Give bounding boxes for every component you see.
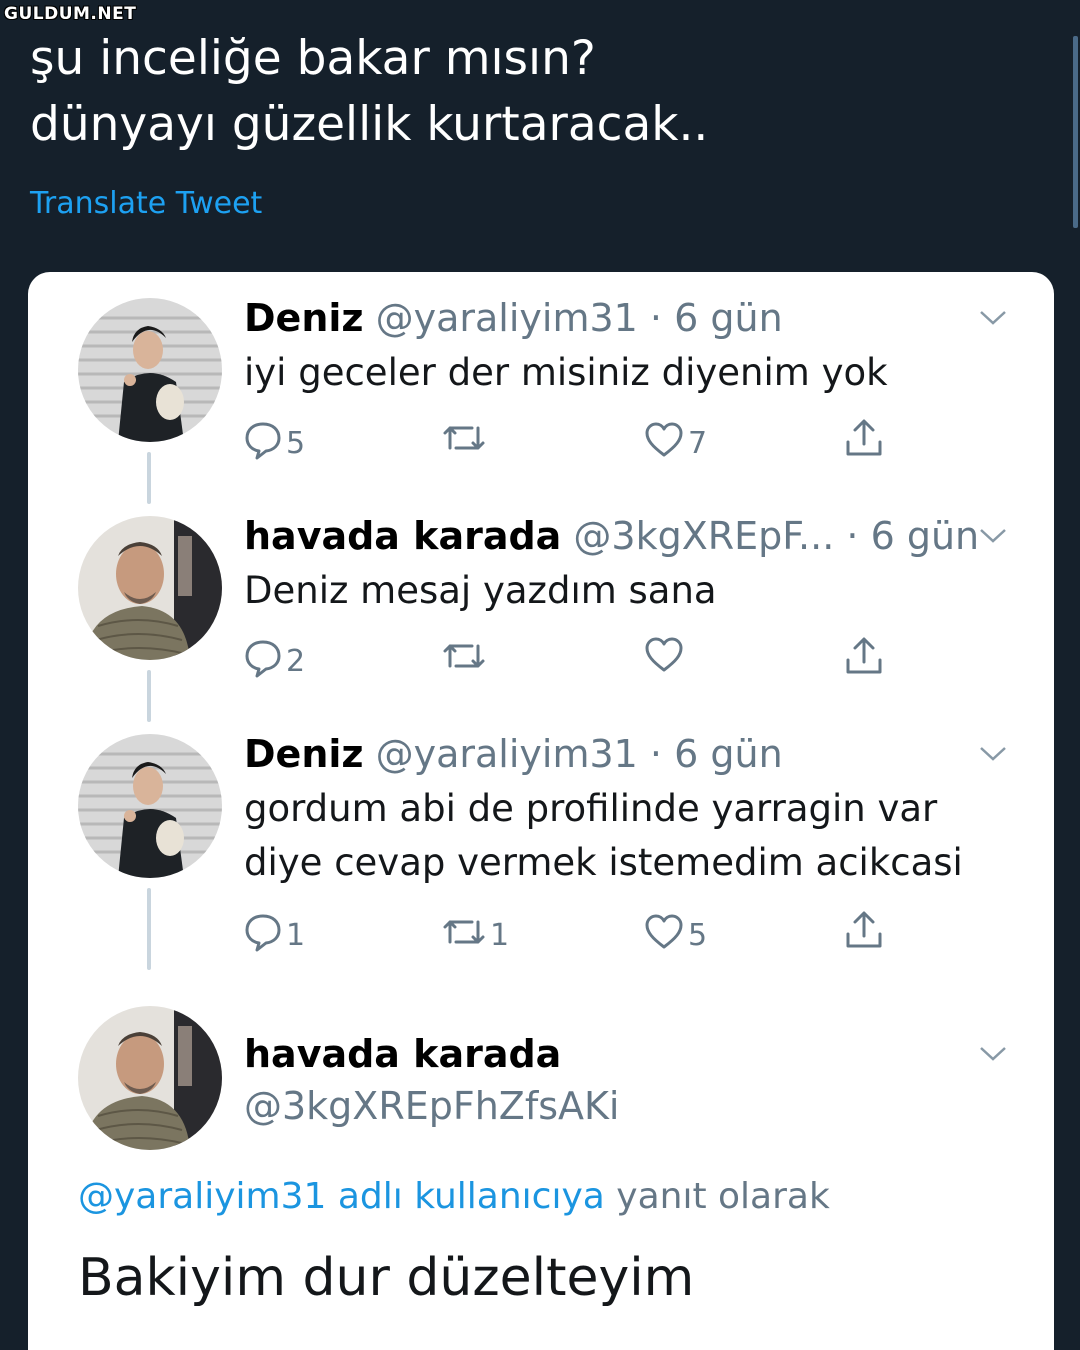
- reply-to-link[interactable]: @yaraliyim31 adlı kullanıcıya: [78, 1176, 605, 1217]
- reply-text-line: Deniz mesaj yazdım sana: [244, 569, 717, 612]
- avatar[interactable]: [78, 734, 222, 878]
- share-icon: [846, 419, 882, 456]
- like-action[interactable]: 5: [644, 910, 707, 953]
- chevron-down-icon[interactable]: [978, 526, 1008, 546]
- reply-text: Deniz mesaj yazdım sana: [244, 564, 717, 618]
- user-handle[interactable]: @yaraliyim31: [376, 296, 638, 340]
- avatar[interactable]: [78, 516, 222, 660]
- reply-action[interactable]: 1: [244, 910, 305, 953]
- tweet-text-line: şu inceliğe bakar mısın?: [30, 31, 596, 86]
- display-name[interactable]: Deniz: [244, 296, 364, 340]
- retweet-icon: [443, 644, 485, 668]
- like-count: 7: [688, 426, 708, 461]
- reply-header: Deniz @yaraliyim31 · 6 gün: [244, 296, 783, 340]
- reply-count: 1: [286, 918, 306, 953]
- retweet-count: 1: [490, 918, 510, 953]
- translate-tweet-link[interactable]: Translate Tweet: [30, 186, 262, 221]
- scrollbar[interactable]: [1073, 36, 1078, 228]
- tweet-text-line: dünyayı güzellik kurtaracak..: [30, 97, 709, 152]
- retweet-action[interactable]: [442, 418, 490, 458]
- share-action[interactable]: [844, 910, 884, 950]
- retweet-icon: [443, 426, 485, 450]
- reply-icon: [245, 422, 281, 459]
- like-action[interactable]: 7: [644, 418, 707, 461]
- retweet-action[interactable]: 1: [442, 910, 509, 953]
- reply-action[interactable]: 2: [244, 636, 305, 679]
- reply-count: 2: [286, 644, 306, 679]
- thread-line: [147, 452, 151, 504]
- timestamp[interactable]: 6 gün: [674, 296, 783, 340]
- reply-to-suffix: yanıt olarak: [604, 1176, 830, 1217]
- reply-action[interactable]: 5: [244, 418, 305, 461]
- reply-text-line: iyi geceler der misiniz diyenim yok: [244, 351, 888, 394]
- separator-dot: ·: [649, 732, 663, 776]
- like-count: 5: [688, 918, 708, 953]
- like-icon: [645, 422, 683, 456]
- thread-line: [147, 888, 151, 970]
- focused-tweet-text: Bakiyim dur düzelteyim: [78, 1248, 695, 1308]
- display-name[interactable]: havada karada: [244, 514, 561, 558]
- timestamp[interactable]: 6 gün: [674, 732, 783, 776]
- action-bar: 5 7: [244, 418, 904, 462]
- like-icon: [645, 914, 683, 948]
- reply-header: Deniz @yaraliyim31 · 6 gün: [244, 732, 783, 776]
- like-action[interactable]: [644, 636, 688, 674]
- reply-text: gordum abi de profilinde yarragin var di…: [244, 782, 963, 890]
- user-handle[interactable]: @3kgXREpF...: [573, 514, 834, 558]
- retweet-icon: [443, 920, 485, 943]
- retweet-action[interactable]: [442, 636, 490, 676]
- share-icon: [846, 911, 882, 948]
- user-handle[interactable]: @yaraliyim31: [376, 732, 638, 776]
- action-bar: 2: [244, 636, 904, 680]
- reply-count: 5: [286, 426, 306, 461]
- reply-icon: [245, 914, 281, 951]
- chevron-down-icon[interactable]: [978, 1044, 1008, 1064]
- share-action[interactable]: [844, 418, 884, 458]
- reply-text-line: gordum abi de profilinde yarragin var: [244, 787, 938, 830]
- reply-text: iyi geceler der misiniz diyenim yok: [244, 346, 888, 400]
- separator-dot: ·: [846, 514, 859, 558]
- reply-context: @yaraliyim31 adlı kullanıcıya yanıt olar…: [78, 1176, 830, 1217]
- watermark-logo: GULDUM.NET: [4, 4, 137, 24]
- timestamp[interactable]: 6 gün: [871, 514, 980, 558]
- reply-text-line: diye cevap vermek istemedim acikcasi: [244, 841, 963, 884]
- chevron-down-icon[interactable]: [978, 308, 1008, 328]
- tweet-text: şu inceliğe bakar mısın? dünyayı güzelli…: [30, 26, 708, 158]
- reply-header: havada karada @3kgXREpF... · 6 gün: [244, 514, 979, 558]
- quoted-screenshot-card: Deniz @yaraliyim31 · 6 gün iyi geceler d…: [28, 272, 1054, 1350]
- display-name[interactable]: Deniz: [244, 732, 364, 776]
- action-bar: 1 1 5: [244, 910, 904, 954]
- avatar[interactable]: [78, 1006, 222, 1150]
- like-icon: [645, 637, 683, 672]
- user-handle[interactable]: @3kgXREpFhZfsAKi: [244, 1084, 620, 1128]
- thread-line: [147, 670, 151, 722]
- display-name[interactable]: havada karada: [244, 1032, 561, 1076]
- avatar[interactable]: [78, 298, 222, 442]
- chevron-down-icon[interactable]: [978, 744, 1008, 764]
- share-icon: [846, 637, 882, 674]
- separator-dot: ·: [649, 296, 663, 340]
- share-action[interactable]: [844, 636, 884, 676]
- reply-icon: [245, 640, 281, 677]
